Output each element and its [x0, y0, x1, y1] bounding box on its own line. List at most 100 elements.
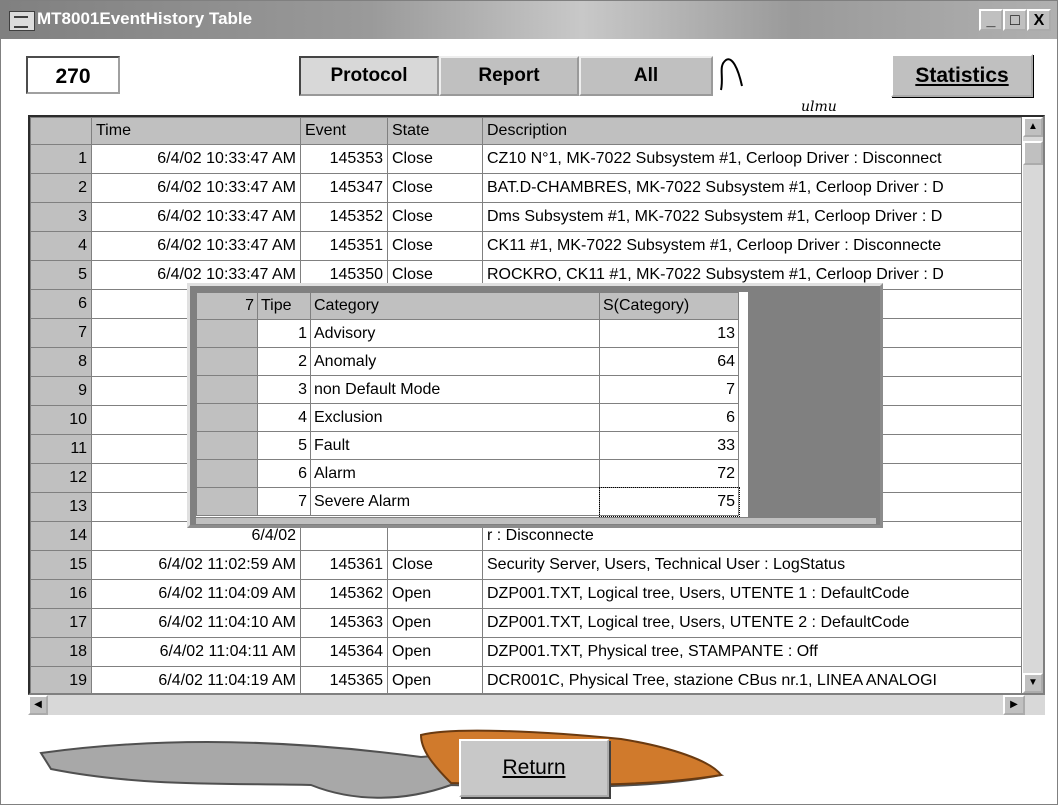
cell-description: DZP001.TXT, Logical tree, Users, UTENTE …	[482, 579, 1022, 609]
cell-tipe: 5	[257, 431, 311, 460]
cell-category: Anomaly	[310, 347, 600, 376]
row-number: 12	[30, 463, 92, 493]
tab-protocol[interactable]: Protocol	[299, 56, 439, 96]
app-icon	[9, 11, 35, 31]
row-number: 17	[30, 608, 92, 638]
column-header-state[interactable]: State	[387, 117, 483, 145]
window-title: MT8001EventHistory Table	[37, 9, 253, 28]
category-corner-count: 7	[196, 292, 258, 320]
row-number: 18	[30, 637, 92, 667]
scroll-thumb[interactable]	[1023, 141, 1043, 165]
category-row[interactable]: 2 Anomaly 64	[196, 347, 739, 376]
category-row-selector[interactable]	[196, 375, 258, 404]
table-row[interactable]: 15 6/4/02 11:02:59 AM 145361 Close Security …	[30, 550, 1022, 580]
cell-category: Alarm	[310, 459, 600, 488]
row-number: 10	[30, 405, 92, 435]
row-number: 5	[30, 260, 92, 290]
cell-category-count: 13	[599, 319, 739, 348]
table-row[interactable]: 16 6/4/02 11:04:09 AM 145362 Open DZP001.TXT…	[30, 579, 1022, 609]
column-header-event[interactable]: Event	[300, 117, 388, 145]
table-header-row: Time Event State Description	[30, 117, 1022, 145]
category-row-selector[interactable]	[196, 403, 258, 432]
cell-tipe: 1	[257, 319, 311, 348]
category-row-selector[interactable]	[196, 431, 258, 460]
category-row[interactable]: 7 Severe Alarm 75	[196, 486, 740, 517]
handwritten-scribble: ulmu	[801, 99, 837, 115]
cell-time: 6/4/02 10:33:47 AM	[91, 144, 301, 174]
cell-state: Open	[387, 579, 483, 609]
cell-state: Open	[387, 637, 483, 667]
cell-description: DCR001C, Physical Tree, stazione CBus nr…	[482, 666, 1022, 693]
category-row[interactable]: 4 Exclusion 6	[196, 403, 739, 432]
title-bar[interactable]: MT8001EventHistory Table _ □ X	[1, 1, 1057, 39]
return-button[interactable]: Return	[459, 739, 609, 797]
scroll-right-icon[interactable]: ▶	[1003, 695, 1025, 715]
cell-tipe: 4	[257, 403, 311, 432]
table-row[interactable]: 2 6/4/02 10:33:47 AM 145347 Close BAT.D-CHAM…	[30, 173, 1022, 203]
cell-event: 145347	[300, 173, 388, 203]
row-number: 7	[30, 318, 92, 348]
cell-tipe: 6	[257, 459, 311, 488]
column-header-description[interactable]: Description	[482, 117, 1022, 145]
vertical-scrollbar[interactable]: ▲ ▼	[1023, 117, 1043, 693]
column-header-scategory[interactable]: S(Category)	[599, 292, 739, 320]
table-row[interactable]: 4 6/4/02 10:33:47 AM 145351 Close CK11 #1, M…	[30, 231, 1022, 261]
cell-description: DZP001.TXT, Logical tree, Users, UTENTE …	[482, 608, 1022, 638]
category-row[interactable]: 6 Alarm 72	[196, 459, 739, 488]
category-rows: 1 Advisory 13 2 Anomaly 64 3 non Default Mode 7 4…	[196, 319, 740, 517]
category-row[interactable]: 5 Fault 33	[196, 431, 739, 460]
minimize-button[interactable]: _	[979, 9, 1003, 31]
cell-state: Close	[387, 550, 483, 580]
cell-state: Open	[387, 608, 483, 638]
cell-description: CK11 #1, MK-7022 Subsystem #1, Cerloop D…	[482, 231, 1022, 261]
category-row-selector[interactable]	[196, 459, 258, 488]
row-number: 8	[30, 347, 92, 377]
tab-report[interactable]: Report	[439, 56, 579, 96]
maximize-button[interactable]: □	[1003, 9, 1027, 31]
table-row[interactable]: 1 6/4/02 10:33:47 AM 145353 Close CZ10 N°1, …	[30, 144, 1022, 174]
cell-time: 6/4/02 11:04:10 AM	[91, 608, 301, 638]
statistics-label: Statistics	[915, 64, 1009, 87]
table-row[interactable]: 3 6/4/02 10:33:47 AM 145352 Close Dms Subsys…	[30, 202, 1022, 232]
cell-time: 6/4/02 10:33:47 AM	[91, 231, 301, 261]
cell-event: 145353	[300, 144, 388, 174]
category-row[interactable]: 3 non Default Mode 7	[196, 375, 739, 404]
category-row-selector[interactable]	[196, 347, 258, 376]
column-header-category[interactable]: Category	[310, 292, 600, 320]
cell-category: Fault	[310, 431, 600, 460]
cell-time: 6/4/02 11:02:59 AM	[91, 550, 301, 580]
category-table: 7 Tipe Category S(Category) 1 Advisory 13 2…	[196, 292, 740, 517]
scroll-up-icon[interactable]: ▲	[1023, 117, 1043, 137]
scroll-down-icon[interactable]: ▼	[1023, 673, 1043, 693]
cell-category: Exclusion	[310, 403, 600, 432]
category-header-row: 7 Tipe Category S(Category)	[196, 292, 739, 320]
category-row[interactable]: 1 Advisory 13	[196, 319, 739, 348]
cell-description: BAT.D-CHAMBRES, MK-7022 Subsystem #1, Ce…	[482, 173, 1022, 203]
cell-category-count: 64	[599, 347, 739, 376]
category-row-selector[interactable]	[196, 319, 258, 348]
table-row[interactable]: 19 6/4/02 11:04:19 AM 145365 Open DCR001C, P…	[30, 666, 1022, 693]
cell-category-count: 7	[599, 375, 739, 404]
tab-all[interactable]: All	[579, 56, 713, 96]
cell-description: Security Server, Users, Technical User :…	[482, 550, 1022, 580]
column-header-time[interactable]: Time	[91, 117, 301, 145]
category-statistics-popup: 7 Tipe Category S(Category) 1 Advisory 13 2…	[187, 283, 883, 528]
table-row[interactable]: 17 6/4/02 11:04:10 AM 145363 Open DZP001.TXT…	[30, 608, 1022, 638]
scroll-left-icon[interactable]: ◀	[28, 695, 48, 715]
cell-time: 6/4/02 11:04:09 AM	[91, 579, 301, 609]
horizontal-scrollbar[interactable]: ◀ ▶	[28, 695, 1045, 715]
cell-time: 6/4/02 10:33:47 AM	[91, 173, 301, 203]
pointer-scribble	[720, 58, 743, 91]
row-number: 15	[30, 550, 92, 580]
category-table-area: 7 Tipe Category S(Category) 1 Advisory 13 2…	[196, 292, 748, 517]
table-row[interactable]: 18 6/4/02 11:04:11 AM 145364 Open DZP001.TXT…	[30, 637, 1022, 667]
statistics-button[interactable]: Statistics	[891, 54, 1033, 97]
cell-category-count: 72	[599, 459, 739, 488]
column-header-tipe[interactable]: Tipe	[257, 292, 311, 320]
event-history-window: MT8001EventHistory Table _ □ X 270 Proto…	[0, 0, 1058, 805]
close-button[interactable]: X	[1027, 9, 1051, 31]
category-row-selector[interactable]	[196, 487, 258, 516]
row-number: 3	[30, 202, 92, 232]
cell-event: 145352	[300, 202, 388, 232]
row-number-header	[30, 117, 92, 145]
